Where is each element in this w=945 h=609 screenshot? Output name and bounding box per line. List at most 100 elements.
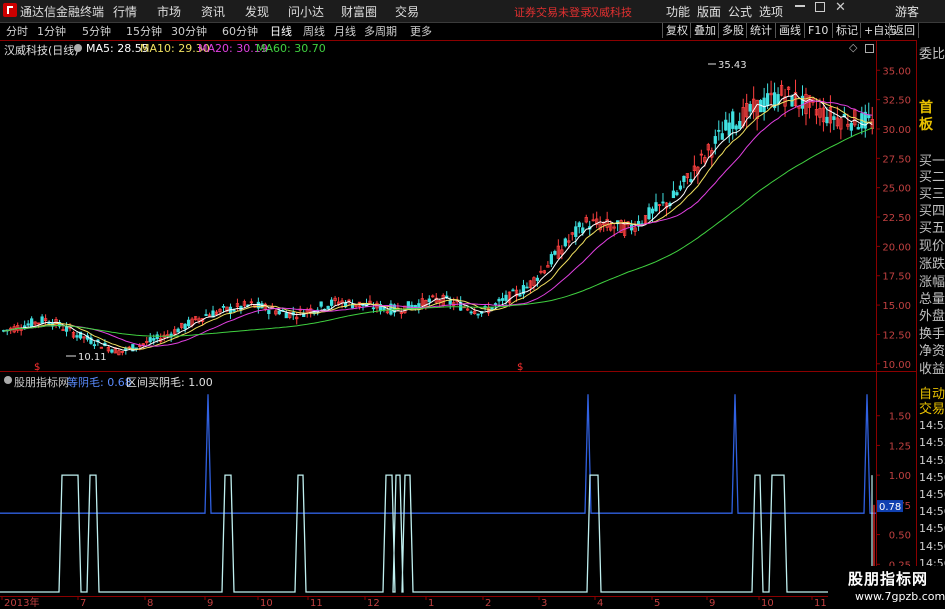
side-panel-item: 买四 [919,204,945,219]
side-panel-item: 涨幅 [919,275,945,290]
axes: 35.00 32.50 30.00 27.50 25.00 22.50 20.00 17.50… [1,60,911,609]
candle-body [734,125,738,130]
time-label: 1 [428,598,434,609]
candle-body [497,298,501,302]
candle-body [30,318,34,327]
side-panel-item: 买五 [919,221,945,236]
chart-canvas: 35.00 32.50 30.00 27.50 25.00 22.50 20.00 17.50… [0,40,916,609]
side-panel-item: 买二 [919,170,945,185]
price-tick-label: 32.50 [882,96,911,107]
sub-tick-label: 1.00 [889,471,911,482]
side-panel-item: 14:56 [919,471,945,484]
candle-body [650,208,655,214]
candle-body [661,201,665,204]
time-label: 10 [761,598,774,609]
side-panel-item: 14:55 [919,419,945,432]
watermark-url: www.7gpzb.com [855,590,945,603]
ma60-line [3,127,873,337]
watermark-title: 股朋指标网 [848,570,929,588]
price-tick-label: 35.00 [882,66,911,77]
side-panel-item: 涨跌 [919,257,945,272]
candle-body [671,190,676,199]
candle-body [277,310,281,315]
sub-tick-label: 1.25 [889,441,911,452]
candlesticks [2,79,874,356]
time-label: 9 [709,598,715,609]
candle-body [469,311,473,314]
price-tick-label: 12.50 [882,330,911,341]
candle-body [490,306,494,311]
candle-body [110,349,114,353]
ma10-line [3,96,873,350]
candle-body [727,122,731,136]
price-tick-label: 30.00 [882,125,911,136]
candle-body [724,119,728,131]
time-label: 7 [80,598,86,609]
candle-body [504,294,508,301]
side-panel-item[interactable]: 交易 [919,401,945,418]
candle-body [738,120,742,129]
time-label: 2 [485,598,491,609]
side-panel-item: 总量 [919,292,945,307]
candle-body [525,286,529,289]
candle-body [329,299,334,306]
candle-body [689,179,693,183]
candle-body [267,310,271,315]
candle-body [152,338,156,341]
moving-averages [3,92,873,352]
candle-body [427,298,431,303]
price-tick-label: 10.00 [882,360,911,371]
price-tick-label: 22.50 [882,213,911,224]
candle-body [563,238,567,247]
side-panel-item: 买三 [919,187,945,202]
side-panel-item: 委比 [919,47,945,62]
candle-body [155,334,159,340]
candle-body [682,175,686,182]
candle-body [183,323,187,330]
candle-body [765,93,770,107]
time-label: 3 [541,598,547,609]
candle-body [825,116,829,124]
candle-body [204,314,208,316]
candle-body [186,319,191,327]
candle-body [176,328,180,333]
high-label: 35.43 [718,60,747,71]
candle-body [577,222,581,228]
time-label: 10 [260,598,273,609]
time-label: 12 [367,598,380,609]
candle-body [713,136,717,144]
candle-body [406,301,410,310]
side-panel-item: 换手 [919,327,945,342]
candle-body [762,97,766,113]
candle-body [371,307,376,310]
low-label: 10.11 [78,352,107,363]
candle-body [675,192,679,196]
candle-body [748,103,752,112]
time-label: 11 [814,598,827,609]
side-panel-item: 14:55 [919,454,945,467]
candle-body [256,301,260,309]
candle-body [849,122,853,131]
candle-body [493,303,498,305]
time-label: 9 [207,598,213,609]
sub-tick-label: 0.50 [889,531,911,542]
candle-body [319,301,323,307]
side-panel-item: 14:56 [919,540,945,553]
time-label: 11 [310,598,323,609]
candle-body [511,289,515,292]
side-panel-item: 14:55 [919,436,945,449]
candle-body [221,305,226,308]
time-label: 4 [597,598,603,609]
ma20-line [3,100,873,347]
candle-body [64,326,69,332]
candle-body [40,316,44,324]
candle-body [867,114,871,119]
candle-body [553,251,557,255]
candle-body [284,312,288,319]
candle-body [500,298,505,301]
candle-body [647,207,651,220]
side-panel-item: 现价 [919,239,945,254]
price-tick-label: 27.50 [882,154,911,165]
side-panel-item: 外盘 [919,309,945,324]
candle-body [800,95,805,109]
